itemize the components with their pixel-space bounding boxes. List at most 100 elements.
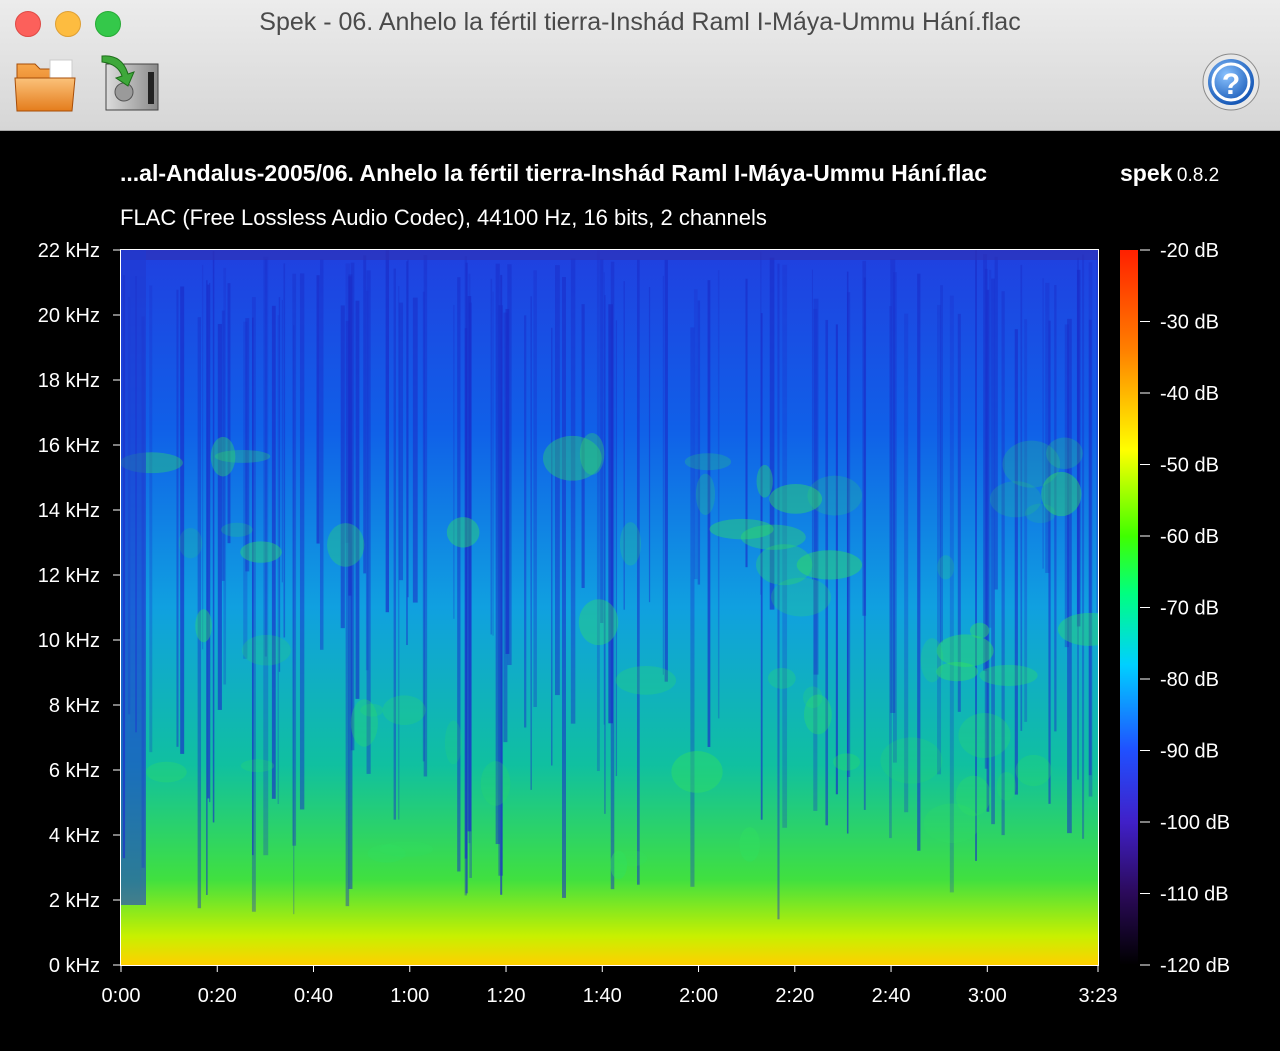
texture-top-band (121, 250, 1098, 260)
spectrogram-plot (121, 250, 1098, 965)
x-tick-label: 1:00 (390, 985, 429, 1007)
texture-blob (367, 844, 406, 863)
close-window-button[interactable] (15, 11, 41, 37)
texture-stripe (994, 256, 998, 590)
texture-stripe (180, 286, 185, 754)
colorbar-tick-label: -60 dB (1160, 526, 1219, 548)
texture-stripe (457, 277, 461, 872)
texture-blob (240, 759, 275, 773)
texture-intro (121, 250, 146, 905)
texture-stripe (340, 305, 345, 629)
app-version: 0.8.2 (1176, 165, 1220, 186)
texture-stripe (398, 302, 404, 581)
texture-blob (684, 453, 732, 471)
x-tick-label: 0:00 (102, 985, 141, 1007)
texture-stripe (1048, 320, 1051, 804)
y-tick-label: 10 kHz (38, 630, 100, 652)
zoom-window-button[interactable] (95, 11, 121, 37)
y-tick-label: 0 kHz (49, 955, 100, 977)
x-tick-label: 0:20 (198, 985, 237, 1007)
spectrogram-view[interactable]: 0:00 0:20 0:40 1:00 1:20 1:40 2:00 2:20 2:40 3:00… (0, 131, 1280, 1046)
texture-stripe (530, 296, 532, 790)
texture-stripe (292, 273, 297, 846)
open-file-button[interactable] (10, 50, 80, 116)
texture-stripe (1077, 257, 1079, 780)
texture-stripe (1014, 329, 1018, 795)
texture-blob (671, 750, 723, 793)
texture-blob (937, 555, 955, 580)
texture-stripe (570, 258, 576, 724)
colorbar-tick-label: -20 dB (1160, 240, 1219, 262)
texture-stripe (596, 250, 600, 772)
x-tick-label: 3:00 (968, 985, 1007, 1007)
y-tick-label: 22 kHz (38, 240, 100, 262)
texture-blob (350, 699, 378, 747)
texture-stripe (1001, 291, 1005, 836)
texture-stripe (355, 300, 360, 699)
x-tick-label: 2:40 (872, 985, 911, 1007)
texture-blob (936, 662, 978, 682)
texture-blob (240, 541, 282, 563)
y-tick-label: 2 kHz (49, 890, 100, 912)
app-name-label: spek (1120, 160, 1173, 186)
window-title: Spek - 06. Anhelo la fértil tierra-Inshá… (259, 8, 1021, 36)
texture-stripe (949, 295, 954, 893)
colorbar-tick-label: -50 dB (1160, 455, 1219, 477)
texture-stripe (1042, 278, 1044, 569)
texture-stripe (717, 270, 720, 719)
texture-blob (178, 527, 203, 559)
texture-stripe (604, 295, 606, 814)
texture-blob (327, 523, 365, 567)
texture-stripe (469, 302, 472, 878)
texture-blob (579, 433, 605, 475)
texture-stripe (490, 278, 493, 635)
texture-stripe (492, 291, 494, 636)
spectrogram-chart: 0:00 0:20 0:40 1:00 1:20 1:40 2:00 2:20 2:40 3:00… (38, 240, 1230, 1007)
texture-stripe (1096, 251, 1098, 613)
texture-blob (739, 827, 760, 862)
save-export-icon (101, 55, 159, 111)
texture-blob (444, 720, 462, 765)
colorbar (1120, 250, 1138, 965)
texture-stripe (385, 250, 390, 613)
texture-stripe (398, 286, 400, 820)
x-tick-label: 2:00 (679, 985, 718, 1007)
texture-stripe (690, 327, 695, 887)
texture-blob (578, 599, 619, 646)
texture-stripe (495, 263, 500, 845)
texture-blob (803, 686, 823, 709)
x-tick-label: 0:40 (294, 985, 333, 1007)
texture-stripe (662, 275, 664, 675)
texture-stripe (524, 315, 527, 728)
texture-stripe (847, 292, 851, 777)
help-button[interactable]: ? (1196, 50, 1266, 116)
texture-stripe (345, 320, 350, 907)
colorbar-tick-label: -90 dB (1160, 741, 1219, 763)
texture-blob (616, 850, 648, 867)
y-tick-label: 4 kHz (49, 825, 100, 847)
texture-stripe (217, 323, 222, 710)
texture-blob (221, 522, 253, 537)
texture-stripe (890, 259, 896, 713)
x-tick-label: 3:23 (1079, 985, 1118, 1007)
texture-stripe (555, 265, 560, 696)
texture-blob (756, 544, 813, 586)
texture-stripe (697, 300, 701, 585)
format-info: FLAC (Free Lossless Audio Codec), 44100 … (120, 205, 767, 230)
texture-stripe (207, 284, 210, 799)
texture-blob (767, 667, 796, 689)
texture-stripe (464, 328, 468, 859)
save-export-button[interactable] (92, 50, 162, 116)
minimize-window-button[interactable] (55, 11, 81, 37)
texture-stripe (551, 327, 553, 766)
texture-stripe (648, 287, 651, 603)
x-axis: 0:00 0:20 0:40 1:00 1:20 1:40 2:00 2:20 2:40 3:00… (102, 965, 1118, 1007)
texture-blob (880, 737, 943, 784)
texture-blob (996, 771, 1017, 801)
texture-stripe (366, 270, 371, 774)
texture-stripe (212, 251, 215, 823)
app-name: spek 0.8.2 (1120, 160, 1219, 187)
colorbar-tick-label: -120 dB (1160, 955, 1230, 977)
texture-blob (446, 517, 480, 548)
texture-stripe (406, 261, 408, 646)
